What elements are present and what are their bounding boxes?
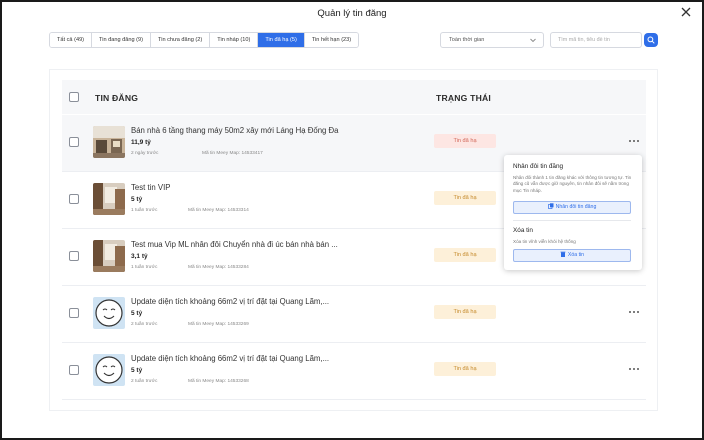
search-button[interactable] (644, 33, 658, 47)
listing-title[interactable]: Update diện tích khoảng 66m2 vị trí đặt … (131, 354, 329, 363)
more-options-icon[interactable] (628, 137, 640, 145)
row-checkbox[interactable] (69, 308, 79, 318)
tab-all[interactable]: Tất cả (49) (50, 33, 93, 47)
listing-title[interactable]: Test mua Vip ML nhân đôi Chuyển nhà đi ú… (131, 240, 338, 249)
duplicate-button-label: Nhân đôi tin đăng (555, 204, 597, 210)
listing-price: 5 tỷ (131, 310, 143, 317)
period-select-value: Toàn thời gian (449, 37, 485, 43)
search-icon (647, 36, 655, 44)
table-header: TIN ĐĂNG TRẠNG THÁI (62, 80, 646, 114)
status-badge: Tin đã hạ (434, 134, 496, 148)
listing-thumbnail (93, 126, 125, 158)
delete-description: Xóa tin vĩnh viễn khỏi hệ thống (513, 239, 576, 244)
listing-thumbnail (93, 297, 125, 329)
listing-title[interactable]: Test tin VIP (131, 183, 170, 192)
row-checkbox[interactable] (69, 194, 79, 204)
duplicate-heading: Nhân đôi tin đăng (513, 163, 564, 170)
status-badge: Tin đã hạ (434, 362, 496, 376)
listing-code: Mã tin Meey Map: 14533269 (188, 322, 249, 327)
popup-divider (513, 220, 631, 221)
status-badge: Tin đã hạ (434, 305, 496, 319)
listing-time: 2 tuần trước (131, 322, 158, 327)
listing-code: Mã tin Meey Map: 14533417 (202, 151, 263, 156)
listing-price: 11,9 tỷ (131, 139, 151, 146)
tab-active[interactable]: Tin đang đăng (9) (92, 33, 151, 47)
tab-draft[interactable]: Tin nháp (10) (210, 33, 259, 47)
listing-time: 1 tuần trước (131, 265, 158, 270)
status-badge: Tin đã hạ (434, 191, 496, 205)
more-options-icon[interactable] (628, 308, 640, 316)
listing-code: Mã tin Meey Map: 14533284 (188, 265, 249, 270)
row-actions-popup: Nhân đôi tin đăng Nhân đôi thành 1 tin đ… (504, 155, 642, 270)
row-checkbox[interactable] (69, 137, 79, 147)
delete-heading: Xóa tin (513, 227, 533, 234)
listing-code: Mã tin Meey Map: 14533314 (188, 208, 249, 213)
column-header-listing: TIN ĐĂNG (95, 93, 139, 103)
close-icon[interactable] (679, 5, 693, 19)
modal-title: Quản lý tin đăng (317, 8, 387, 19)
delete-button-label: Xóa tin (567, 252, 585, 258)
tab-expired[interactable]: Tin hết hạn (23) (304, 33, 359, 47)
tab-unpublished[interactable]: Tin chưa đăng (2) (151, 33, 211, 47)
listing-code: Mã tin Meey Map: 14533268 (188, 379, 249, 384)
listing-time: 2 ngày trước (131, 151, 159, 156)
chevron-down-icon (530, 38, 536, 43)
listing-thumbnail (93, 183, 125, 215)
listing-title[interactable]: Bán nhà 6 tầng thang máy 50m2 xây mới Lá… (131, 126, 339, 135)
status-badge: Tin đã hạ (434, 248, 496, 262)
row-checkbox[interactable] (69, 365, 79, 375)
listing-price: 3,1 tỷ (131, 253, 148, 260)
listing-title[interactable]: Update diện tích khoảng 66m2 vị trí đặt … (131, 297, 329, 306)
copy-icon (547, 203, 554, 209)
column-header-status: TRẠNG THÁI (436, 93, 491, 103)
table-row: Update diện tích khoảng 66m2 vị trí đặt … (62, 343, 646, 400)
listing-time: 2 tuần trước (131, 379, 158, 384)
modal-window: Quản lý tin đăng Tất cả (49) Tin đang đă… (0, 0, 704, 440)
status-tabs: Tất cả (49) Tin đang đăng (9) Tin chưa đ… (49, 32, 360, 48)
delete-button[interactable]: Xóa tin (513, 249, 631, 262)
listing-time: 1 tuần trước (131, 208, 158, 213)
more-options-icon[interactable] (628, 365, 640, 373)
search-input[interactable] (550, 32, 642, 48)
trash-icon (560, 251, 566, 257)
row-checkbox[interactable] (69, 251, 79, 261)
duplicate-button[interactable]: Nhân đôi tin đăng (513, 201, 631, 214)
listing-thumbnail (93, 240, 125, 272)
select-all-checkbox[interactable] (69, 92, 79, 102)
tab-lowered[interactable]: Tin đã hạ (5) (258, 33, 305, 47)
duplicate-description: Nhân đôi thành 1 tin đăng khác với thông… (513, 175, 632, 193)
table-row: Update diện tích khoảng 66m2 vị trí đặt … (62, 286, 646, 343)
listing-thumbnail (93, 354, 125, 386)
listing-price: 5 tỷ (131, 367, 143, 374)
listing-price: 5 tỷ (131, 196, 143, 203)
period-select[interactable]: Toàn thời gian (440, 32, 544, 48)
